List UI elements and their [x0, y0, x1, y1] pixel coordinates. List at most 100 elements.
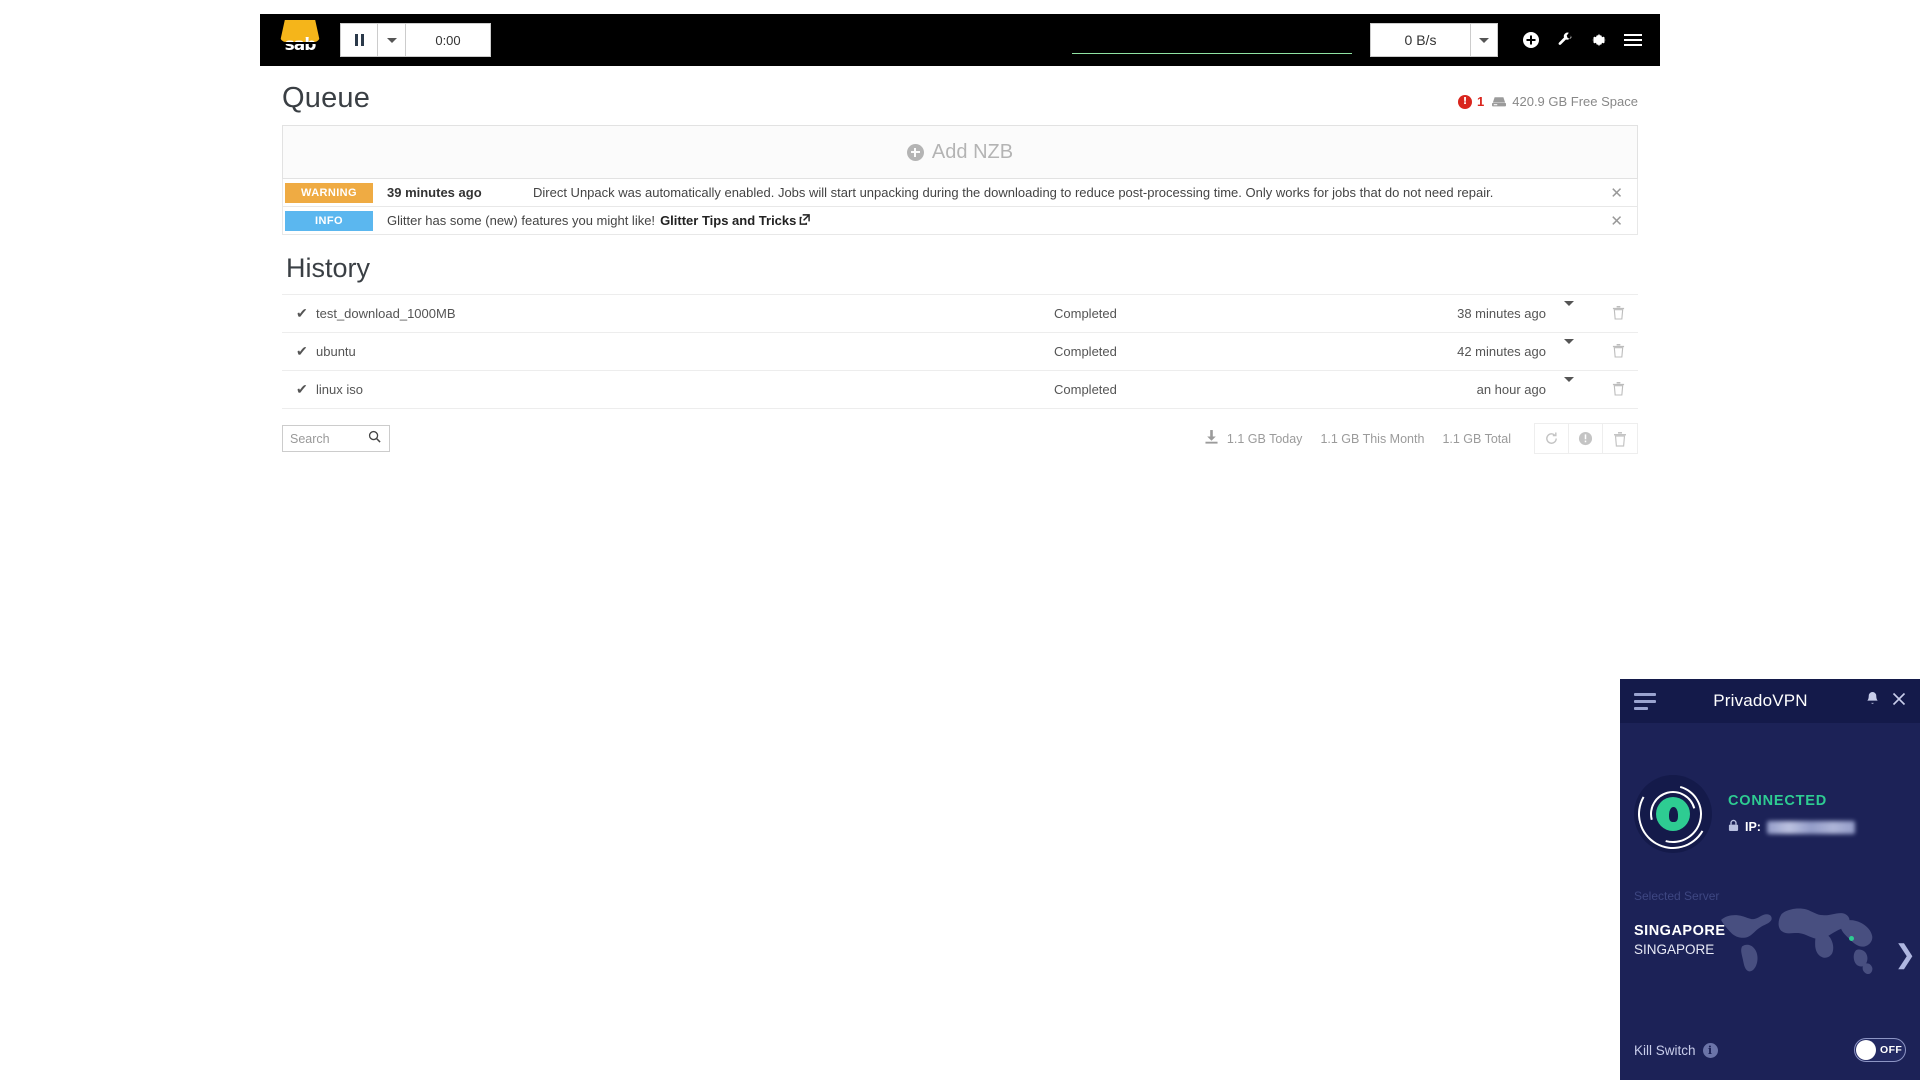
job-name[interactable]: test_download_1000MB [316, 295, 1054, 333]
purge-history-button[interactable] [1603, 424, 1637, 453]
row-dropdown-button[interactable] [1564, 371, 1598, 409]
chevron-down-icon [1564, 301, 1574, 321]
vpn-header-actions [1865, 691, 1906, 712]
vpn-server-selector[interactable]: Selected Server SINGAPORE SINGAPORE ❯ [1620, 889, 1920, 985]
job-name[interactable]: linux iso [316, 371, 1054, 409]
sab-logo-icon[interactable]: sab [274, 18, 326, 62]
toggle-knob [1856, 1040, 1876, 1060]
history-search[interactable] [282, 425, 390, 452]
logo-bar-top [282, 42, 318, 44]
stat-today: 1.1 GB Today [1226, 431, 1303, 446]
row-dropdown-button[interactable] [1564, 333, 1598, 371]
job-status: Completed [1054, 382, 1117, 397]
navbar-right: 0 B/s [1370, 23, 1650, 57]
pause-icon [354, 34, 364, 46]
plus-circle-icon [1523, 32, 1539, 48]
glitter-tips-link[interactable]: Glitter Tips and Tricks [660, 213, 796, 228]
speed-limit-select[interactable]: 0 B/s [1370, 23, 1498, 57]
wrench-icon [1558, 32, 1572, 45]
speed-limit-dropdown-button[interactable] [1470, 23, 1498, 57]
page-title: Queue [282, 82, 371, 114]
chevron-down-icon [386, 37, 397, 43]
add-nzb-nav-button[interactable] [1514, 23, 1548, 57]
job-name[interactable]: ubuntu [316, 333, 1054, 371]
server-location-dot [1849, 936, 1854, 941]
kill-switch-label: Kill Switch [1634, 1042, 1696, 1058]
vpn-status-text: CONNECTED IP: [1712, 793, 1855, 835]
exclamation-circle-icon: ! [1458, 94, 1473, 109]
history-actions [1534, 423, 1638, 454]
search-input[interactable] [290, 431, 368, 446]
notice-warning: WARNING 39 minutes ago Direct Unpack was… [282, 179, 1638, 207]
free-space-text: 420.9 GB Free Space [1512, 94, 1638, 109]
table-row[interactable]: ✔ test_download_1000MB Completed 38 minu… [282, 294, 1638, 333]
kill-switch-toggle[interactable]: OFF [1854, 1038, 1906, 1062]
history-info-button[interactable] [1569, 424, 1603, 453]
info-circle-icon [1578, 431, 1593, 446]
page-content: Queue ! 1 420.9 GB Free Space Add NZB WA… [260, 66, 1660, 472]
timer-display: 0:00 [405, 23, 491, 57]
job-status: Completed [1054, 344, 1117, 359]
delete-row-button[interactable] [1598, 295, 1638, 333]
ip-address-row: IP: [1728, 819, 1855, 835]
world-map-graphic [1721, 908, 1873, 975]
search-icon[interactable] [368, 430, 381, 448]
speed-graph-line [1072, 53, 1352, 54]
ip-value-redacted [1766, 820, 1855, 834]
settings-nav-button[interactable] [1582, 23, 1616, 57]
free-space-indicator: 420.9 GB Free Space [1492, 94, 1638, 109]
history-stats: 1.1 GB Today 1.1 GB This Month 1.1 GB To… [1205, 423, 1638, 454]
sabnzbd-window: sab 0:00 0 B/s Queue ! 1 420.9 GB Free S… [260, 14, 1660, 472]
toggle-state-label: OFF [1880, 1044, 1903, 1056]
row-dropdown-button[interactable] [1564, 295, 1598, 333]
notice-message: Glitter has some (new) features you migh… [387, 213, 656, 228]
close-icon[interactable] [1892, 692, 1906, 711]
table-row[interactable]: ✔ linux iso Completed an hour ago [282, 371, 1638, 409]
notice-info: INFO Glitter has some (new) features you… [282, 207, 1638, 235]
chevron-right-icon[interactable]: ❯ [1894, 941, 1916, 967]
add-nzb-label: Add NZB [931, 140, 1014, 163]
table-row[interactable]: ✔ ubuntu Completed 42 minutes ago [282, 333, 1638, 371]
main-menu-button[interactable] [1616, 23, 1650, 57]
delete-row-button[interactable] [1598, 333, 1638, 371]
job-time: 42 minutes ago [1457, 344, 1546, 359]
repair-nav-button[interactable] [1548, 23, 1582, 57]
pause-button[interactable] [340, 23, 377, 57]
vpn-app-title: PrivadoVPN [1713, 691, 1808, 710]
trash-icon [1614, 431, 1626, 447]
plus-circle-icon [906, 143, 924, 161]
notice-message: Direct Unpack was automatically enabled.… [533, 185, 1494, 200]
logo-bar-bottom [282, 51, 318, 53]
history-title: History [286, 253, 371, 283]
hamburger-menu-icon [1624, 34, 1642, 46]
notice-tag: WARNING [285, 182, 373, 203]
vpn-connection-status: CONNECTED IP: [1620, 723, 1920, 857]
delete-row-button[interactable] [1598, 371, 1638, 409]
ip-label: IP: [1745, 820, 1761, 834]
chevron-down-icon [1479, 37, 1489, 43]
close-icon[interactable]: ✕ [1610, 184, 1637, 202]
status-check-icon: ✔ [296, 381, 308, 397]
download-icon [1205, 430, 1218, 447]
hard-drive-icon [1492, 96, 1507, 106]
pause-options-button[interactable] [377, 23, 405, 57]
job-time: 38 minutes ago [1457, 306, 1546, 321]
refresh-button[interactable] [1535, 424, 1569, 453]
lock-icon [1728, 819, 1739, 835]
external-link-icon[interactable] [799, 213, 811, 228]
info-icon[interactable]: i [1702, 1042, 1718, 1058]
bell-icon[interactable] [1865, 691, 1880, 712]
job-time: an hour ago [1476, 382, 1546, 397]
header-status: ! 1 420.9 GB Free Space [1458, 94, 1638, 115]
job-status: Completed [1054, 306, 1117, 321]
warning-counter[interactable]: ! 1 [1458, 94, 1484, 109]
trash-icon [1612, 305, 1624, 320]
add-nzb-dropzone[interactable]: Add NZB [282, 125, 1638, 179]
speed-limit-value: 0 B/s [1370, 23, 1470, 57]
connection-state: CONNECTED [1728, 793, 1828, 809]
privadovpn-panel: PrivadoVPN CONNECTED IP: Selected Server… [1620, 679, 1920, 1080]
close-icon[interactable]: ✕ [1610, 212, 1637, 230]
history-table: ✔ test_download_1000MB Completed 38 minu… [282, 294, 1638, 409]
hamburger-menu-icon[interactable] [1634, 692, 1656, 710]
history-footer: 1.1 GB Today 1.1 GB This Month 1.1 GB To… [282, 409, 1638, 472]
